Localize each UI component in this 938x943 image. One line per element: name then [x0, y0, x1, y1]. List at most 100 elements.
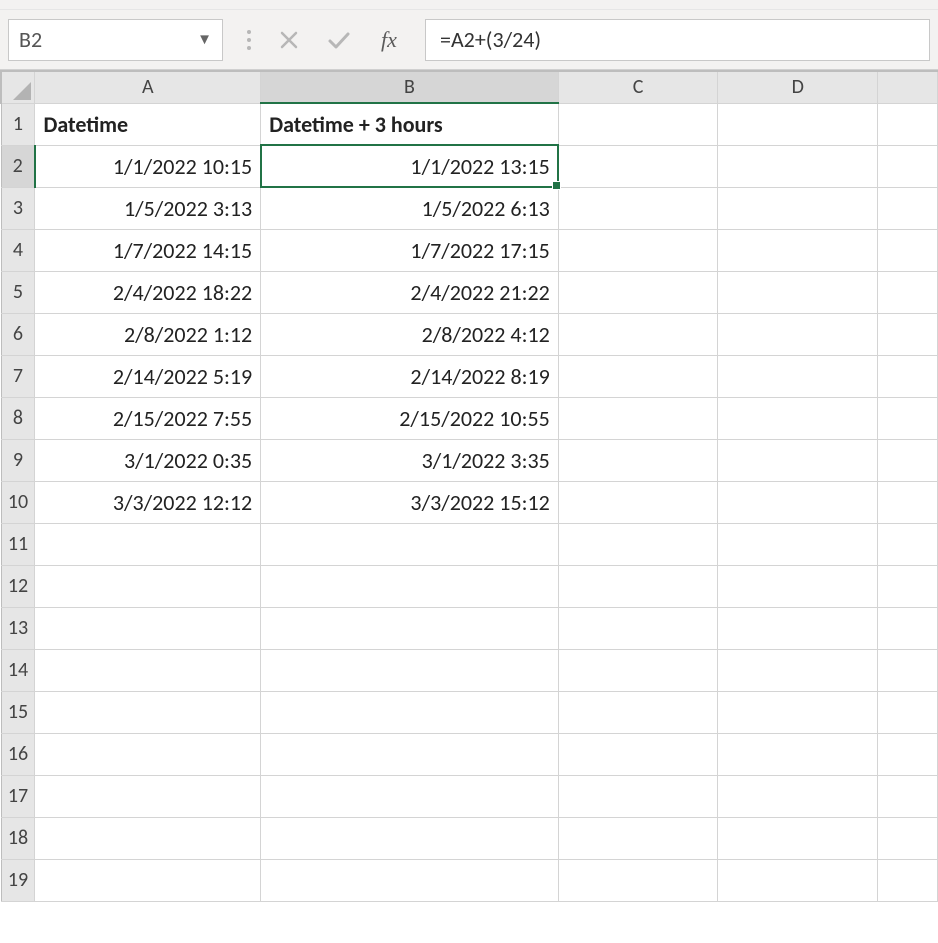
row-header-4[interactable]: 4: [1, 229, 35, 271]
cell-D7[interactable]: [718, 355, 878, 397]
cell-E3[interactable]: [878, 187, 938, 229]
cell-C19[interactable]: [558, 859, 718, 901]
cell-A4[interactable]: 1/7/2022 14:15: [35, 229, 261, 271]
row-header-11[interactable]: 11: [1, 523, 35, 565]
col-header-A[interactable]: A: [35, 71, 261, 103]
row-header-7[interactable]: 7: [1, 355, 35, 397]
row-header-16[interactable]: 16: [1, 733, 35, 775]
cell-D1[interactable]: [718, 103, 878, 145]
row-header-6[interactable]: 6: [1, 313, 35, 355]
select-all-cell[interactable]: [1, 71, 35, 103]
row-header-18[interactable]: 18: [1, 817, 35, 859]
cell-C6[interactable]: [558, 313, 718, 355]
cell-C1[interactable]: [558, 103, 718, 145]
cell-B14[interactable]: [261, 649, 559, 691]
cell-E9[interactable]: [878, 439, 938, 481]
cell-C17[interactable]: [558, 775, 718, 817]
chevron-down-icon[interactable]: ▼: [197, 31, 212, 49]
cell-C18[interactable]: [558, 817, 718, 859]
cell-B13[interactable]: [261, 607, 559, 649]
cell-E18[interactable]: [878, 817, 938, 859]
row-header-12[interactable]: 12: [1, 565, 35, 607]
cell-E8[interactable]: [878, 397, 938, 439]
cell-A5[interactable]: 2/4/2022 18:22: [35, 271, 261, 313]
row-header-9[interactable]: 9: [1, 439, 35, 481]
cell-A15[interactable]: [35, 691, 261, 733]
enter-check-icon[interactable]: [317, 19, 361, 61]
col-header-C[interactable]: C: [558, 71, 718, 103]
cell-B8[interactable]: 2/15/2022 10:55: [261, 397, 559, 439]
cell-B17[interactable]: [261, 775, 559, 817]
cell-B11[interactable]: [261, 523, 559, 565]
cell-C11[interactable]: [558, 523, 718, 565]
cell-D10[interactable]: [718, 481, 878, 523]
cell-B9[interactable]: 3/1/2022 3:35: [261, 439, 559, 481]
cell-B6[interactable]: 2/8/2022 4:12: [261, 313, 559, 355]
cell-B7[interactable]: 2/14/2022 8:19: [261, 355, 559, 397]
cell-A9[interactable]: 3/1/2022 0:35: [35, 439, 261, 481]
dots-vertical-icon[interactable]: [237, 19, 261, 61]
cell-C10[interactable]: [558, 481, 718, 523]
cell-A1[interactable]: Datetime: [35, 103, 261, 145]
cell-B2[interactable]: 1/1/2022 13:15: [261, 145, 559, 187]
row-header-10[interactable]: 10: [1, 481, 35, 523]
cell-D15[interactable]: [718, 691, 878, 733]
cell-C14[interactable]: [558, 649, 718, 691]
cell-B18[interactable]: [261, 817, 559, 859]
cell-D19[interactable]: [718, 859, 878, 901]
cell-E17[interactable]: [878, 775, 938, 817]
cell-A8[interactable]: 2/15/2022 7:55: [35, 397, 261, 439]
cell-B19[interactable]: [261, 859, 559, 901]
row-header-17[interactable]: 17: [1, 775, 35, 817]
cell-B1[interactable]: Datetime + 3 hours: [261, 103, 559, 145]
cell-D12[interactable]: [718, 565, 878, 607]
cell-E14[interactable]: [878, 649, 938, 691]
row-header-2[interactable]: 2: [1, 145, 35, 187]
cell-D9[interactable]: [718, 439, 878, 481]
cell-E19[interactable]: [878, 859, 938, 901]
cell-D14[interactable]: [718, 649, 878, 691]
col-header-B[interactable]: B: [261, 71, 559, 103]
col-header-E[interactable]: [878, 71, 938, 103]
cell-B5[interactable]: 2/4/2022 21:22: [261, 271, 559, 313]
row-header-1[interactable]: 1: [1, 103, 35, 145]
cell-E1[interactable]: [878, 103, 938, 145]
cell-A18[interactable]: [35, 817, 261, 859]
cell-A11[interactable]: [35, 523, 261, 565]
cell-B15[interactable]: [261, 691, 559, 733]
cell-D16[interactable]: [718, 733, 878, 775]
cell-C13[interactable]: [558, 607, 718, 649]
cell-E7[interactable]: [878, 355, 938, 397]
cell-C15[interactable]: [558, 691, 718, 733]
cell-E2[interactable]: [878, 145, 938, 187]
spreadsheet-grid[interactable]: A B C D 1 Datetime Datetime + 3 hours 2 …: [0, 70, 938, 902]
cell-E16[interactable]: [878, 733, 938, 775]
row-header-19[interactable]: 19: [1, 859, 35, 901]
insert-function-button[interactable]: fx: [367, 19, 411, 61]
cell-D5[interactable]: [718, 271, 878, 313]
cell-D18[interactable]: [718, 817, 878, 859]
cell-E4[interactable]: [878, 229, 938, 271]
name-box[interactable]: B2 ▼: [8, 19, 223, 61]
row-header-5[interactable]: 5: [1, 271, 35, 313]
cell-B16[interactable]: [261, 733, 559, 775]
cell-B3[interactable]: 1/5/2022 6:13: [261, 187, 559, 229]
cell-E12[interactable]: [878, 565, 938, 607]
cell-D3[interactable]: [718, 187, 878, 229]
cell-E15[interactable]: [878, 691, 938, 733]
cell-B10[interactable]: 3/3/2022 15:12: [261, 481, 559, 523]
cell-E13[interactable]: [878, 607, 938, 649]
cell-A16[interactable]: [35, 733, 261, 775]
cell-E5[interactable]: [878, 271, 938, 313]
cell-D11[interactable]: [718, 523, 878, 565]
cell-D6[interactable]: [718, 313, 878, 355]
cell-C7[interactable]: [558, 355, 718, 397]
cell-A7[interactable]: 2/14/2022 5:19: [35, 355, 261, 397]
cell-D17[interactable]: [718, 775, 878, 817]
row-header-15[interactable]: 15: [1, 691, 35, 733]
cell-C5[interactable]: [558, 271, 718, 313]
cell-E10[interactable]: [878, 481, 938, 523]
cell-A12[interactable]: [35, 565, 261, 607]
cell-A6[interactable]: 2/8/2022 1:12: [35, 313, 261, 355]
cell-D2[interactable]: [718, 145, 878, 187]
